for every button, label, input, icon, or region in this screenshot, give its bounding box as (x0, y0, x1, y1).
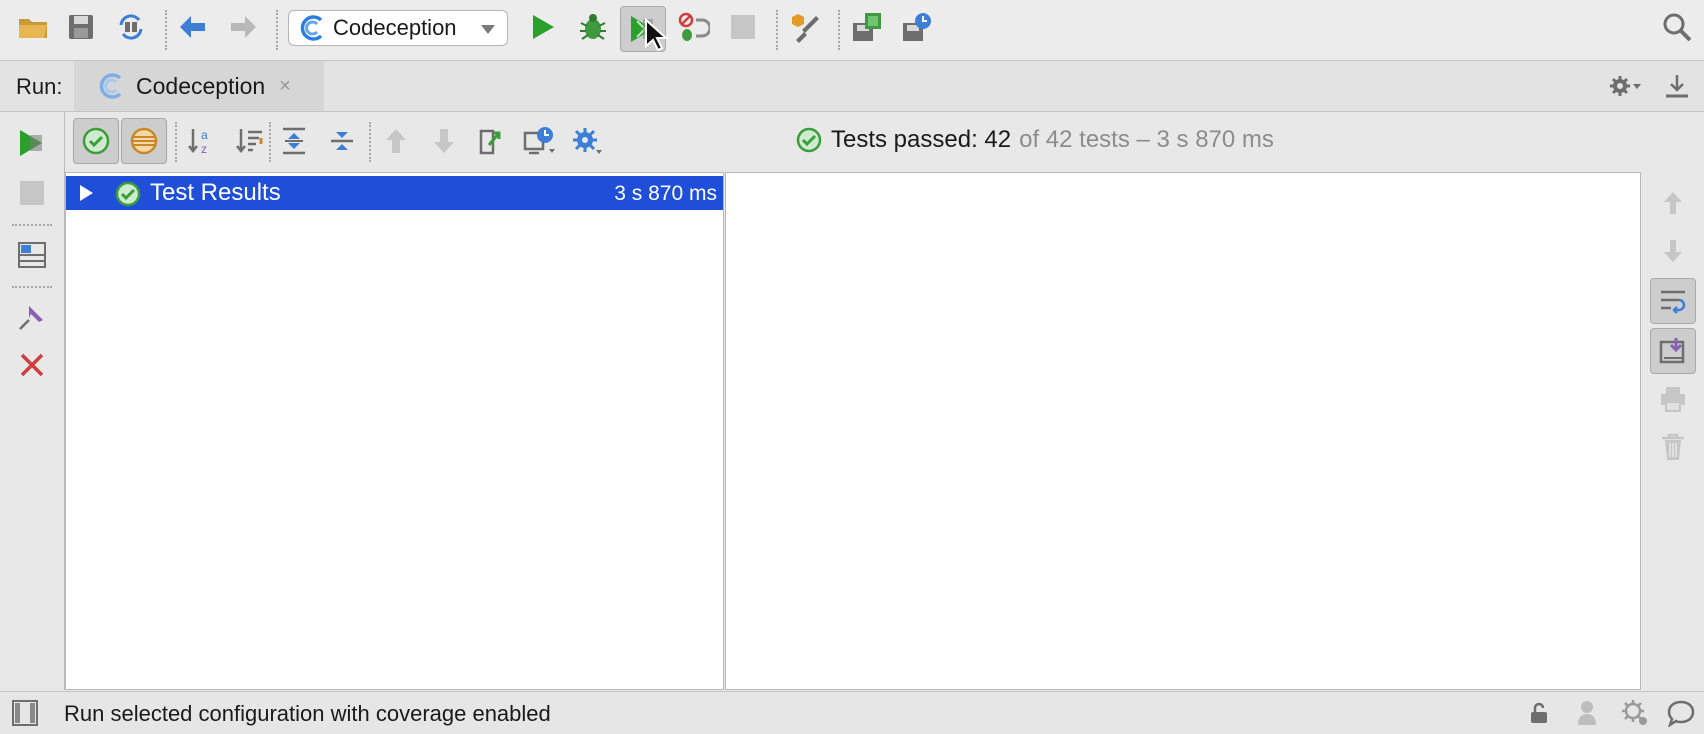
inspector-icon[interactable] (1566, 692, 1608, 734)
status-bar: Run selected configuration with coverage… (0, 691, 1704, 733)
hide-panel-icon[interactable] (1656, 65, 1698, 107)
expand-all-icon[interactable] (273, 120, 315, 162)
console-output-panel[interactable] (725, 172, 1641, 690)
test-history-icon[interactable] (519, 120, 561, 162)
tab-label: Codeception (136, 72, 266, 99)
search-icon[interactable] (1656, 6, 1698, 48)
svg-text:a: a (201, 128, 208, 142)
pin-icon[interactable] (11, 296, 53, 338)
test-results-toolbar: az Tests passed: 42 of 42 tests – 3 s 87… (65, 112, 1640, 172)
save-config-icon[interactable] (896, 6, 938, 48)
soft-wrap-icon[interactable] (1650, 278, 1696, 324)
chevron-down-icon (481, 25, 495, 34)
right-vertical-toolbar (1642, 172, 1704, 690)
mouse-cursor-icon (644, 17, 669, 57)
event-log-icon[interactable] (1660, 692, 1702, 734)
run-configuration-select[interactable]: Codeception (288, 10, 508, 46)
toolbar-separator (369, 122, 371, 162)
save-icon[interactable] (60, 6, 102, 48)
svg-text:z: z (201, 142, 207, 156)
forward-icon[interactable] (222, 6, 264, 48)
run-label: Run: (16, 74, 63, 99)
trash-icon[interactable] (1652, 426, 1694, 468)
debug-icon[interactable] (572, 6, 614, 48)
toolbar-separator (175, 122, 177, 162)
sort-alphabetically-icon[interactable]: az (181, 120, 223, 162)
gear-icon[interactable] (1604, 65, 1646, 107)
show-passed-icon[interactable] (73, 118, 119, 164)
close-icon[interactable] (11, 344, 53, 386)
test-tree-panel[interactable]: Test Results 3 s 870 ms (65, 172, 724, 690)
show-ignored-icon[interactable] (121, 118, 167, 164)
expand-arrow-icon[interactable] (80, 185, 93, 201)
tab-codeception[interactable]: Codeception × (74, 61, 324, 111)
toolbar-separator (12, 286, 52, 288)
sdk-icon[interactable] (846, 6, 888, 48)
close-icon[interactable]: × (279, 75, 291, 98)
gear-icon[interactable] (567, 120, 609, 162)
run-icon[interactable] (522, 6, 564, 48)
export-icon[interactable] (471, 120, 513, 162)
stop-icon[interactable] (722, 6, 764, 48)
collapse-all-icon[interactable] (321, 120, 363, 162)
open-folder-icon[interactable] (12, 6, 54, 48)
status-message: Run selected configuration with coverage… (64, 701, 551, 726)
status-passed-count: Tests passed: 42 (831, 126, 1012, 153)
profile-icon[interactable] (672, 6, 714, 48)
toolbar-separator (269, 122, 271, 162)
toolbar-separator (276, 10, 278, 50)
previous-failed-icon[interactable] (375, 120, 417, 162)
stop-icon[interactable] (11, 172, 53, 214)
layout-icon[interactable] (11, 234, 53, 276)
codeception-icon (98, 72, 126, 100)
run-tool-window-header: Run: Codeception × (0, 61, 1704, 112)
settings-wrench-icon[interactable] (784, 6, 826, 48)
sync-icon[interactable] (110, 6, 152, 48)
run-configuration-label: Codeception (333, 15, 457, 40)
codeception-icon (299, 14, 327, 42)
back-icon[interactable] (172, 6, 214, 48)
up-arrow-icon[interactable] (1652, 182, 1694, 224)
lock-icon[interactable] (1518, 692, 1560, 734)
tree-row-test-results[interactable]: Test Results 3 s 870 ms (66, 176, 723, 210)
sort-by-duration-icon[interactable] (229, 120, 271, 162)
main-toolbar: Codeception (0, 0, 1704, 61)
left-vertical-toolbar (0, 112, 65, 690)
toolbar-separator (12, 224, 52, 226)
status-total-time: of 42 tests – 3 s 870 ms (1019, 126, 1274, 153)
test-status-summary: Tests passed: 42 of 42 tests – 3 s 870 m… (795, 126, 1274, 154)
tree-row-duration: 3 s 870 ms (614, 182, 717, 205)
scroll-to-end-icon[interactable] (1650, 328, 1696, 374)
tree-row-title: Test Results (150, 179, 281, 206)
gear-icon[interactable] (1614, 692, 1656, 734)
toolbar-separator (838, 10, 840, 50)
toolbar-separator (165, 10, 167, 50)
down-arrow-icon[interactable] (1652, 230, 1694, 272)
toolbar-separator (776, 10, 778, 50)
passed-icon (114, 180, 142, 213)
tool-windows-icon[interactable] (4, 692, 46, 734)
next-failed-icon[interactable] (423, 120, 465, 162)
print-icon[interactable] (1652, 378, 1694, 420)
rerun-coverage-icon[interactable] (11, 122, 53, 164)
passed-icon (795, 126, 823, 154)
